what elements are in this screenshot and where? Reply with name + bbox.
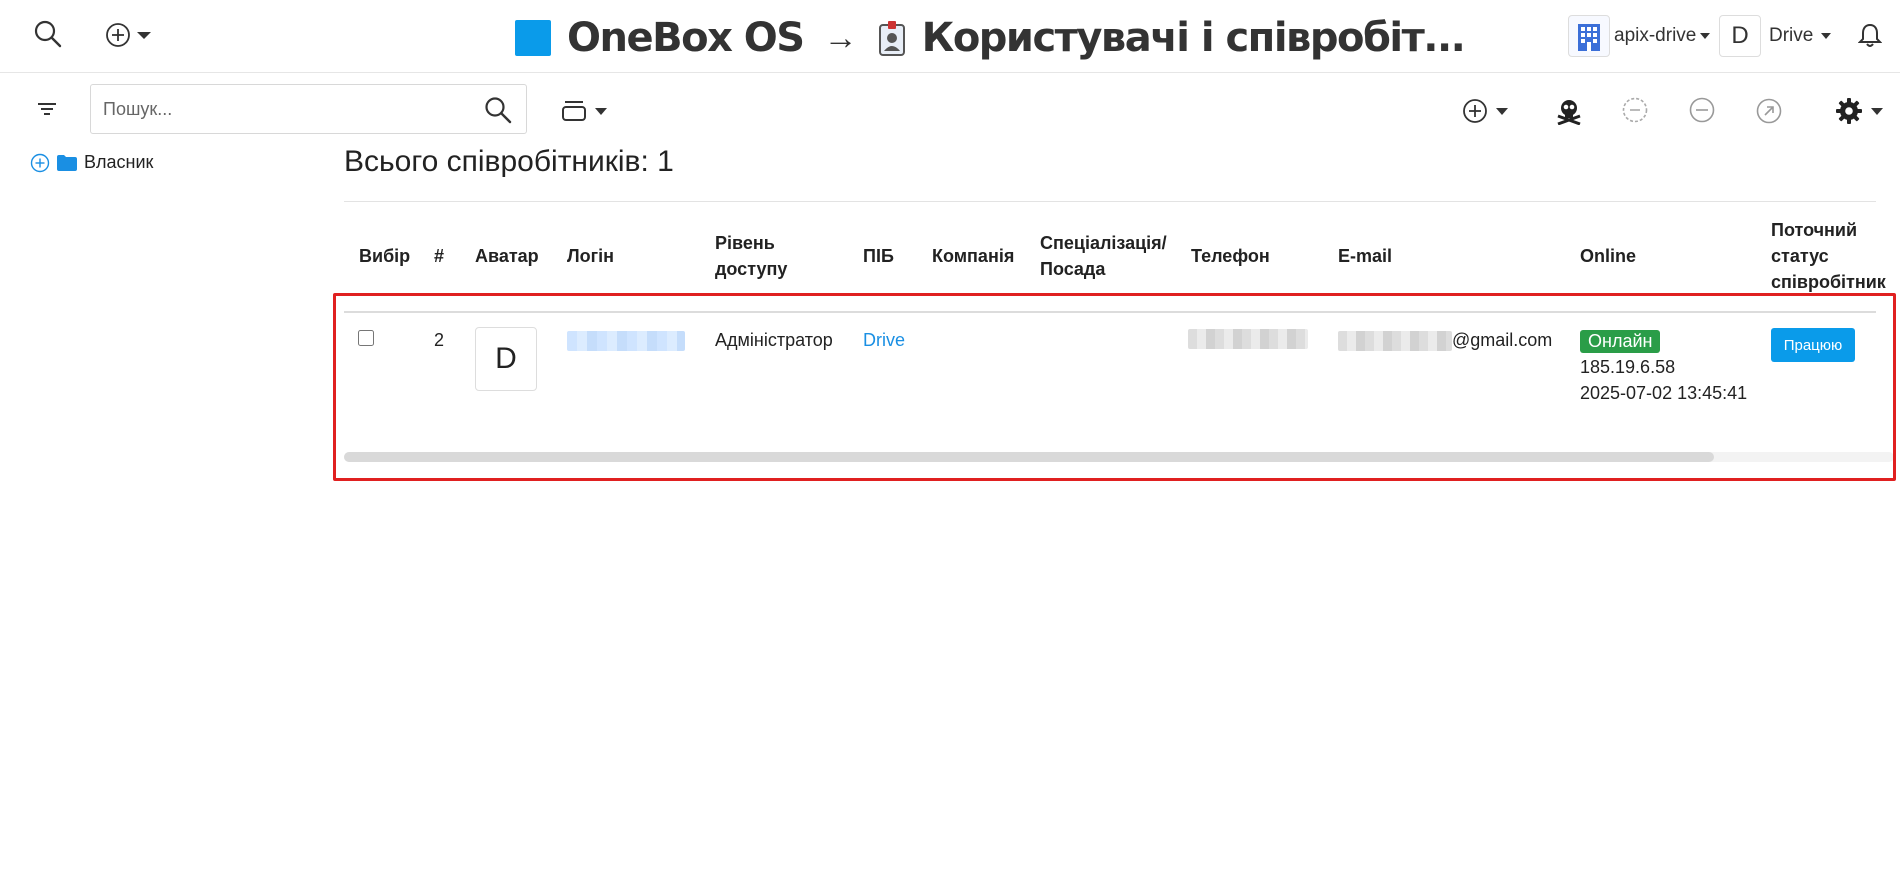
table-header-divider <box>344 311 1876 313</box>
chevron-down-icon <box>1871 107 1883 115</box>
access-level: Адміністратор <box>715 330 833 350</box>
add-menu-button[interactable] <box>100 18 156 52</box>
chevron-down-icon <box>595 107 607 115</box>
email-domain: @gmail.com <box>1452 330 1553 350</box>
account-switcher[interactable]: apix-drive <box>1568 15 1711 57</box>
column-header-line: статус <box>1771 246 1829 266</box>
settings-button[interactable] <box>1830 95 1888 127</box>
login-redacted[interactable] <box>567 331 685 351</box>
arrow-up-right-circle-icon[interactable] <box>1754 96 1784 126</box>
user-name: Drive <box>1769 25 1814 46</box>
row-select-checkbox[interactable] <box>358 330 374 346</box>
current-status-button[interactable]: Працюю <box>1771 328 1855 362</box>
column-header-line: Рівень <box>715 233 775 253</box>
column-header-line: співробітник <box>1771 272 1886 292</box>
card-view-icon <box>562 101 586 121</box>
user-menu[interactable]: D Drive <box>1719 15 1832 57</box>
search-box <box>90 84 527 134</box>
plus-circle-icon[interactable] <box>30 153 50 173</box>
total-employees: Всього співробітників: 1 <box>344 145 674 178</box>
avatar[interactable]: D <box>475 327 537 391</box>
chevron-down-icon <box>1821 33 1832 39</box>
online-status-badge: Онлайн <box>1580 330 1661 353</box>
column-header-position[interactable]: Спеціалізація/ Посада <box>1040 230 1167 282</box>
chevron-down-icon <box>1700 33 1711 39</box>
column-header-current-status[interactable]: Поточний статус співробітник <box>1771 217 1886 295</box>
ip-address: 185.19.6.58 <box>1580 357 1676 377</box>
search-icon[interactable] <box>30 16 66 52</box>
account-name: apix-drive <box>1614 25 1697 46</box>
sidebar-item-owner[interactable]: Власник <box>30 152 153 173</box>
phone-redacted <box>1188 329 1308 349</box>
add-button[interactable] <box>1458 95 1512 127</box>
column-header-line: Посада <box>1040 259 1106 279</box>
chevron-down-icon <box>1496 107 1508 115</box>
column-header-phone[interactable]: Телефон <box>1191 243 1270 269</box>
skull-crossbones-icon[interactable] <box>1553 95 1585 127</box>
full-name-link[interactable]: Drive <box>863 330 905 351</box>
bell-icon[interactable] <box>1855 20 1885 50</box>
plus-circle-icon <box>106 23 130 47</box>
user-avatar: D <box>1719 15 1761 57</box>
column-header-number[interactable]: # <box>434 243 444 269</box>
onebox-logo <box>515 20 551 56</box>
filter-icon[interactable] <box>34 96 60 122</box>
column-header-line: Спеціалізація/ <box>1040 233 1167 253</box>
view-mode-button[interactable] <box>556 96 612 126</box>
column-header-company[interactable]: Компанія <box>932 243 1014 269</box>
gear-icon <box>1836 98 1862 124</box>
column-header-full-name[interactable]: ПІБ <box>863 243 894 269</box>
id-badge-icon <box>878 21 905 56</box>
email-user-redacted <box>1338 331 1452 351</box>
last-seen-timestamp: 2025-07-02 13:45:41 <box>1580 383 1748 403</box>
search-input[interactable] <box>91 85 471 133</box>
column-header-line: Поточний <box>1771 220 1858 240</box>
column-header-avatar[interactable]: Аватар <box>475 243 539 269</box>
app-name: OneBox OS <box>567 15 805 61</box>
page-title: Користувачі і співробіт... <box>921 15 1466 61</box>
column-header-access-level[interactable]: Рівень доступу <box>715 230 787 282</box>
building-icon <box>1568 15 1610 57</box>
column-header-online[interactable]: Online <box>1580 243 1636 269</box>
sidebar-item-label: Власник <box>84 152 154 172</box>
minus-circle-icon[interactable] <box>1687 95 1717 125</box>
top-bar: OneBox OS → Користувачі і співробіт... a… <box>0 0 1900 73</box>
search-icon[interactable] <box>483 95 513 125</box>
column-header-select[interactable]: Вибір <box>359 243 410 269</box>
column-header-line: доступу <box>715 259 788 279</box>
column-header-login[interactable]: Логін <box>567 243 614 269</box>
divider <box>344 201 1876 202</box>
folder-icon <box>57 154 77 171</box>
scrollbar-thumb[interactable] <box>344 452 1714 462</box>
arrow-right-icon: → <box>823 18 858 57</box>
chevron-down-icon <box>137 31 151 39</box>
minus-circle-dashed-icon[interactable] <box>1620 95 1650 125</box>
row-number: 2 <box>434 330 445 350</box>
app-title: OneBox OS → Користувачі і співробіт... <box>515 8 1466 68</box>
plus-circle-icon <box>1463 99 1487 123</box>
column-header-email[interactable]: E-mail <box>1338 243 1392 269</box>
